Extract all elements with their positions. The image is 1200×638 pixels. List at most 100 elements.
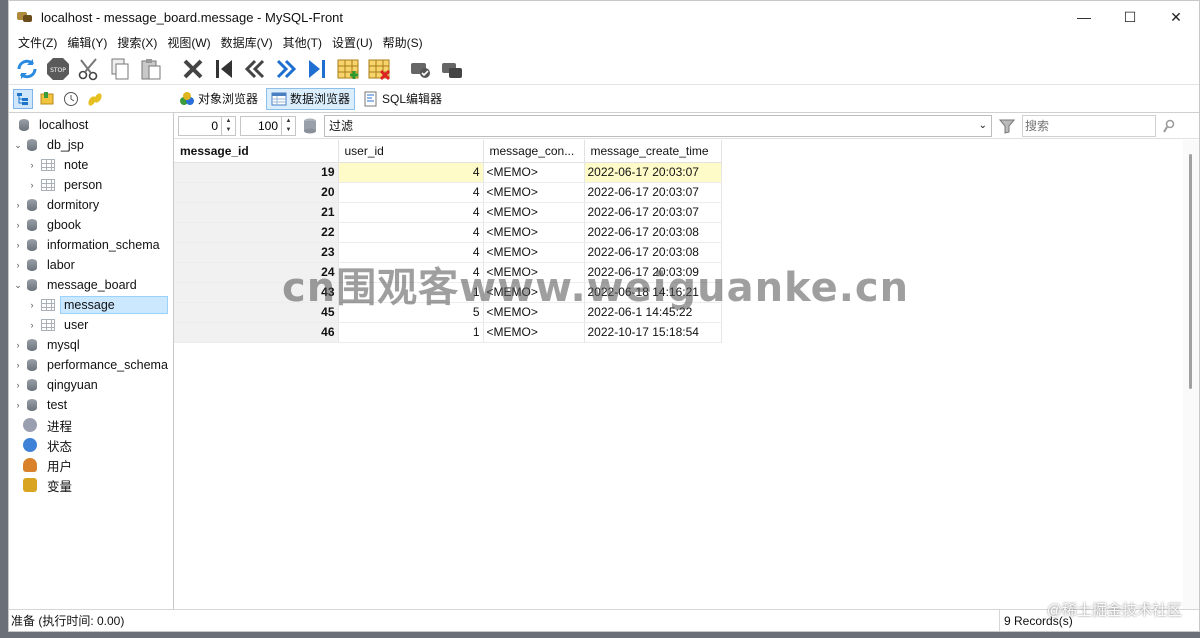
cell-create-time[interactable]: 2022-10-17 15:18:54 — [584, 322, 722, 343]
insert-record-icon[interactable] — [334, 55, 362, 83]
chevron-right-icon[interactable]: › — [13, 240, 23, 250]
menu-search[interactable]: 搜索(X) — [112, 33, 162, 53]
delete-record-icon[interactable] — [365, 55, 393, 83]
offset-input[interactable] — [178, 115, 222, 136]
tree-item-users[interactable]: 用户 — [9, 455, 173, 475]
funnel-icon[interactable] — [994, 112, 1020, 140]
database-filter-icon[interactable] — [298, 112, 322, 140]
paste-icon[interactable] — [137, 55, 165, 83]
tree-item-message_board[interactable]: ⌄ message_board — [9, 275, 173, 295]
cell-create-time[interactable]: 2022-06-17 20:03:07 — [584, 182, 722, 203]
tree-item-performance_schema[interactable]: › performance_schema — [9, 355, 173, 375]
column-header-message_content[interactable]: message_con... — [483, 140, 585, 163]
search-options-icon[interactable] — [1158, 112, 1180, 140]
tree-item-labor[interactable]: › labor — [9, 255, 173, 275]
tree-item-dormitory[interactable]: › dormitory — [9, 195, 173, 215]
column-header-message_create_time[interactable]: message_create_time — [584, 140, 722, 163]
chevron-right-icon[interactable]: › — [13, 340, 23, 350]
table-row[interactable]: 20 4 <MEMO> 2022-06-17 20:03:07 — [174, 182, 722, 203]
tree-item-user[interactable]: › user — [9, 315, 173, 335]
table-row[interactable]: 21 4 <MEMO> 2022-06-17 20:03:07 — [174, 202, 722, 223]
tree-item-db_jsp[interactable]: ⌄ db_jsp — [9, 135, 173, 155]
cell-user-id[interactable]: 4 — [338, 202, 484, 223]
cell-user-id[interactable]: 4 — [338, 182, 484, 203]
cell-user-id[interactable]: 4 — [338, 222, 484, 243]
cell-message-content[interactable]: <MEMO> — [483, 182, 585, 203]
cell-user-id[interactable]: 1 — [338, 322, 484, 343]
tree-item-gbook[interactable]: › gbook — [9, 215, 173, 235]
tree-item-person[interactable]: › person — [9, 175, 173, 195]
next-record-icon[interactable] — [272, 55, 300, 83]
cell-user-id[interactable]: 4 — [338, 162, 484, 183]
chevron-down-icon[interactable]: ⌄ — [13, 140, 23, 151]
bookmark-icon[interactable] — [37, 89, 57, 109]
tree-item-test[interactable]: › test — [9, 395, 173, 415]
cell-message-content[interactable]: <MEMO> — [483, 322, 585, 343]
cell-message-content[interactable]: <MEMO> — [483, 202, 585, 223]
links-icon[interactable] — [85, 89, 105, 109]
menu-database[interactable]: 数据库(V) — [216, 33, 278, 53]
filter-field[interactable]: 过滤 ⌄ — [324, 114, 992, 137]
menu-file[interactable]: 文件(Z) — [13, 33, 62, 53]
commit-icon[interactable] — [407, 55, 435, 83]
copy-icon[interactable] — [106, 55, 134, 83]
tree-item-note[interactable]: › note — [9, 155, 173, 175]
column-header-message_id[interactable]: message_id — [174, 140, 339, 163]
table-row[interactable]: 46 1 <MEMO> 2022-10-17 15:18:54 — [174, 322, 722, 343]
cell-create-time[interactable]: 2022-06-17 20:03:07 — [584, 162, 722, 183]
limit-input[interactable] — [240, 115, 282, 136]
cell-message-id[interactable]: 21 — [174, 202, 339, 223]
last-record-icon[interactable] — [303, 55, 331, 83]
chevron-right-icon[interactable]: › — [13, 200, 23, 210]
tree-item-information_schema[interactable]: › information_schema — [9, 235, 173, 255]
tab-sql-editor[interactable]: SQL编辑器 — [358, 88, 447, 110]
chevron-right-icon[interactable]: › — [13, 260, 23, 270]
table-row[interactable]: 19 4 <MEMO> 2022-06-17 20:03:07 — [174, 162, 722, 183]
tree-item-mysql[interactable]: › mysql — [9, 335, 173, 355]
chevron-right-icon[interactable]: › — [13, 380, 23, 390]
cell-message-content[interactable]: <MEMO> — [483, 222, 585, 243]
chevron-right-icon[interactable]: › — [27, 160, 37, 170]
maximize-button[interactable]: ☐ — [1107, 1, 1153, 33]
limit-stepper[interactable]: ▲▼ — [240, 115, 296, 136]
minimize-button[interactable]: — — [1061, 1, 1107, 33]
cell-message-id[interactable]: 22 — [174, 222, 339, 243]
tab-data-browser[interactable]: 数据浏览器 — [266, 87, 356, 110]
tree-item-qingyuan[interactable]: › qingyuan — [9, 375, 173, 395]
chevron-down-icon[interactable]: ⌄ — [979, 120, 987, 131]
tree-item-processes[interactable]: 进程 — [9, 415, 173, 435]
cut-icon[interactable] — [75, 55, 103, 83]
offset-stepper[interactable]: ▲▼ — [178, 115, 236, 136]
chevron-right-icon[interactable]: › — [13, 220, 23, 230]
menu-settings[interactable]: 设置(U) — [327, 33, 378, 53]
cell-message-content[interactable]: <MEMO> — [483, 162, 585, 183]
tree-item-status[interactable]: 状态 — [9, 435, 173, 455]
chevron-right-icon[interactable]: › — [13, 400, 23, 410]
cell-message-id[interactable]: 46 — [174, 322, 339, 343]
cell-message-id[interactable]: 20 — [174, 182, 339, 203]
chevron-right-icon[interactable]: › — [27, 180, 37, 190]
chevron-down-icon[interactable]: ⌄ — [13, 280, 23, 291]
chevron-right-icon[interactable]: › — [13, 360, 23, 370]
tab-object-browser[interactable]: 对象浏览器 — [174, 88, 263, 110]
previous-record-icon[interactable] — [241, 55, 269, 83]
close-button[interactable]: ✕ — [1153, 1, 1199, 33]
first-record-icon[interactable] — [210, 55, 238, 83]
rollback-icon[interactable] — [438, 55, 466, 83]
table-row[interactable]: 22 4 <MEMO> 2022-06-17 20:03:08 — [174, 222, 722, 243]
scrollbar-thumb[interactable] — [1189, 154, 1192, 389]
delete-icon[interactable] — [179, 55, 207, 83]
vertical-scrollbar[interactable] — [1183, 140, 1199, 609]
chevron-right-icon[interactable]: › — [27, 300, 37, 310]
menu-other[interactable]: 其他(T) — [278, 33, 327, 53]
cell-create-time[interactable]: 2022-06-17 20:03:08 — [584, 222, 722, 243]
history-icon[interactable] — [61, 89, 81, 109]
menu-view[interactable]: 视图(W) — [162, 33, 215, 53]
cell-message-id[interactable]: 19 — [174, 162, 339, 183]
limit-arrows[interactable]: ▲ ▼ — [282, 115, 296, 136]
stop-icon[interactable]: STOP — [44, 55, 72, 83]
tree-view-icon[interactable] — [13, 88, 33, 109]
cell-create-time[interactable]: 2022-06-17 20:03:07 — [584, 202, 722, 223]
chevron-right-icon[interactable]: › — [27, 320, 37, 330]
tree-item-localhost[interactable]: localhost — [9, 115, 173, 135]
